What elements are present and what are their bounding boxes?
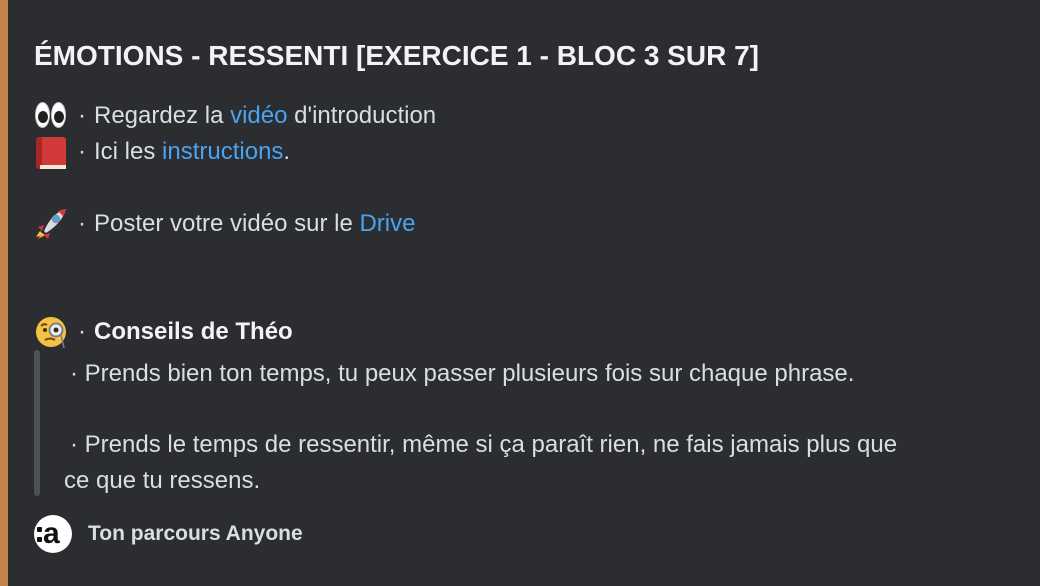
line-text: Ici les (94, 138, 156, 165)
embed-title: ÉMOTIONS - RESSENTI [EXERCICE 1 - BLOC 3… (34, 40, 759, 71)
bullet-separator: · (78, 102, 86, 129)
bullet-separator: · (78, 210, 86, 237)
bullet-separator: · (78, 138, 86, 165)
embed-card: ÉMOTIONS - RESSENTI [EXERCICE 1 - BLOC 3… (0, 0, 1040, 586)
anyone-logo-icon: a (34, 515, 72, 553)
drive-line: · Poster votre vidéo sur le Drive (34, 206, 415, 242)
tips-heading: Conseils de Théo (94, 318, 293, 345)
monocle-face-icon (34, 315, 68, 349)
embed-accent-bar (0, 0, 8, 586)
book-icon (34, 135, 68, 169)
bullet-separator: · (78, 318, 86, 345)
tip-item-continued: ce que tu ressens. (64, 467, 261, 494)
line-text: . (283, 138, 291, 165)
line-text: Poster votre vidéo sur le (94, 210, 353, 237)
tips-heading-line: · Conseils de Théo (34, 314, 293, 350)
video-link[interactable]: vidéo (230, 102, 287, 130)
drive-link[interactable]: Drive (359, 210, 415, 238)
instructions-link[interactable]: instructions (162, 138, 283, 166)
intro-video-line: · Regardez la vidéo d'introduction (34, 98, 436, 134)
tip-item: · Prends bien ton temps, tu peux passer … (70, 360, 855, 387)
line-text: Regardez la (94, 102, 224, 129)
embed-footer: a Ton parcours Anyone (34, 515, 303, 553)
footer-text: Ton parcours Anyone (88, 522, 303, 545)
eyes-icon (34, 99, 68, 133)
line-text: d'introduction (294, 102, 437, 129)
instructions-line: · Ici les instructions. (34, 134, 290, 170)
rocket-icon (34, 207, 68, 241)
blockquote-bar (34, 350, 40, 496)
tip-item: · Prends le temps de ressentir, même si … (70, 431, 898, 458)
